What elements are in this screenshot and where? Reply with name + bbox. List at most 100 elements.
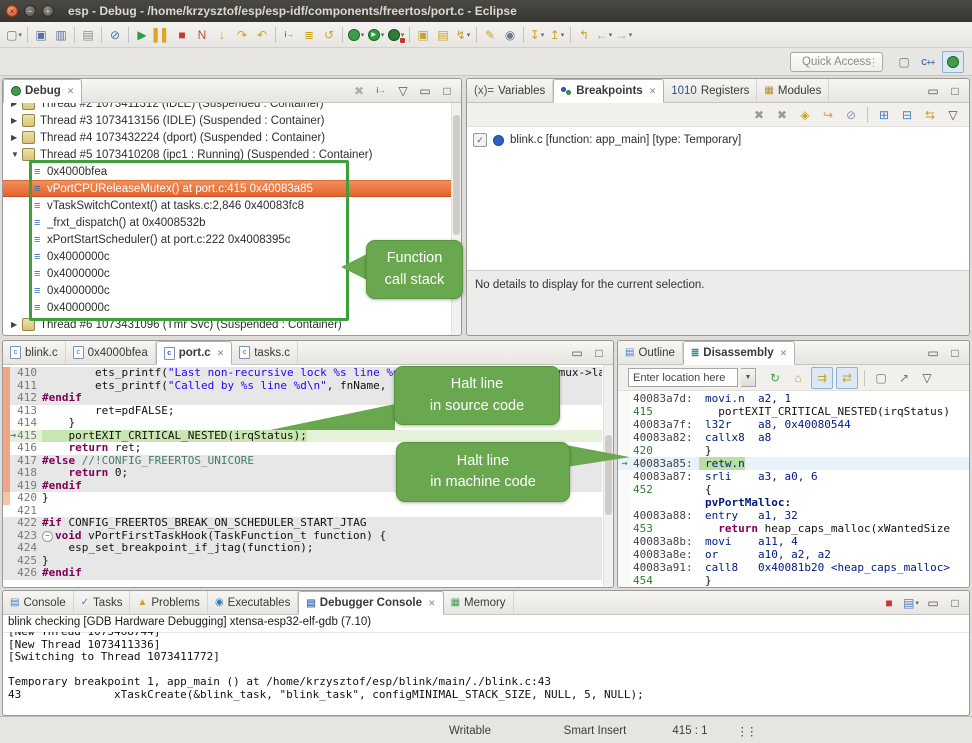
next-annotation-icon[interactable]: ↥▾: [547, 25, 567, 45]
thread-row[interactable]: ▶Thread #3 1073413156 (IDLE) (Suspended …: [3, 112, 461, 129]
maximize-icon[interactable]: □: [945, 81, 965, 101]
thread-row[interactable]: ▼Thread #5 1073410208 (ipc1 : Running) (…: [3, 146, 461, 163]
home-icon[interactable]: ⌂: [788, 368, 808, 388]
tab-executables[interactable]: ◉Executables: [208, 591, 298, 614]
new-source-icon[interactable]: ✎: [480, 25, 500, 45]
maximize-icon[interactable]: □: [589, 343, 609, 363]
search-icon[interactable]: ◉: [500, 25, 520, 45]
save-icon[interactable]: ▣: [31, 25, 51, 45]
minimize-icon[interactable]: ▭: [415, 81, 435, 101]
scrollbar-thumb[interactable]: [453, 115, 460, 235]
debug-icon[interactable]: ▾: [346, 25, 366, 45]
open-project-icon[interactable]: ▣: [413, 25, 433, 45]
tab-port-c[interactable]: cport.c✕: [156, 341, 233, 365]
chevron-right-icon[interactable]: ▶: [11, 320, 22, 329]
go-to-file-for-breakpoint-icon[interactable]: ↪: [818, 105, 838, 125]
fold-minus-icon[interactable]: −: [42, 531, 53, 542]
step-over-icon[interactable]: ↷: [232, 25, 252, 45]
disasm-line[interactable]: or a2, a10, a10: [618, 587, 969, 588]
disasm-line[interactable]: 453 return heap_caps_malloc(xWantedSize: [618, 522, 969, 535]
back-to-last-icon[interactable]: ↰: [574, 25, 594, 45]
sync-with-active-context-icon[interactable]: ⇉: [811, 367, 833, 389]
tab-blink-c[interactable]: cblink.c: [3, 341, 66, 364]
chevron-right-icon[interactable]: ▶: [11, 103, 22, 108]
code-line[interactable]: 426#endif: [3, 567, 602, 580]
remove-all-breakpoints-icon[interactable]: ✖: [772, 105, 792, 125]
link-with-debug-view-icon[interactable]: ⇆: [920, 105, 940, 125]
tab-outline[interactable]: ▤Outline: [618, 341, 683, 364]
disasm-line[interactable]: 40083a87:srli a3, a0, 6: [618, 470, 969, 483]
remove-selected-breakpoint-icon[interactable]: ✖: [749, 105, 769, 125]
disasm-line[interactable]: →40083a85:retw.n: [618, 457, 969, 470]
tab-0x4000bfea[interactable]: c0x4000bfea: [66, 341, 156, 364]
disasm-line[interactable]: 454}: [618, 574, 969, 587]
open-new-view-icon[interactable]: ▢: [871, 368, 891, 388]
thread-row[interactable]: ▶Thread #4 1073432224 (dport) (Suspended…: [3, 129, 461, 146]
code-line[interactable]: 422#if CONFIG_FREERTOS_BREAK_ON_SCHEDULE…: [3, 517, 602, 530]
minimize-icon[interactable]: ▭: [923, 343, 943, 363]
tab-registers[interactable]: 1010Registers: [664, 79, 757, 102]
resume-icon[interactable]: ▶: [132, 25, 152, 45]
back-icon[interactable]: ←▾: [594, 25, 614, 45]
skip-all-breakpoints-icon[interactable]: ⊘: [841, 105, 861, 125]
binary-view-icon[interactable]: ▤: [78, 25, 98, 45]
disasm-line[interactable]: 40083a82:callx8 a8: [618, 431, 969, 444]
code-line[interactable]: 425}: [3, 555, 602, 568]
chevron-right-icon[interactable]: ▶: [11, 116, 22, 125]
pin-view-icon[interactable]: ↗: [894, 368, 914, 388]
track-expression-icon[interactable]: ⇄: [836, 367, 858, 389]
minimize-icon[interactable]: ▭: [923, 81, 943, 101]
minimize-window-icon[interactable]: −: [24, 5, 36, 17]
external-tools-icon[interactable]: ↯▾: [453, 25, 473, 45]
tab-modules[interactable]: ▦Modules: [757, 79, 829, 102]
tab-console[interactable]: ▤Console: [3, 591, 74, 614]
tab-problems[interactable]: ▲Problems: [130, 591, 207, 614]
disasm-line[interactable]: 40083a88:entry a1, 32: [618, 509, 969, 522]
debug-perspective-icon[interactable]: [942, 51, 964, 73]
location-input[interactable]: Enter location here: [628, 368, 738, 387]
disasm-line[interactable]: 452{: [618, 483, 969, 496]
stack-frame-row[interactable]: ≡0x4000bfea: [3, 163, 461, 180]
profile-icon[interactable]: ▾: [386, 25, 406, 45]
view-menu-icon[interactable]: ▽: [917, 368, 937, 388]
stack-frame-row[interactable]: ≡vTaskSwitchContext() at tasks.c:2,846 0…: [3, 197, 461, 214]
disassembly-listing[interactable]: 40083a7d:movi.n a2, 1415 portEXIT_CRITIC…: [618, 391, 969, 588]
maximize-icon[interactable]: □: [945, 343, 965, 363]
suspend-icon[interactable]: ▌▌: [152, 25, 172, 45]
maximize-icon[interactable]: □: [437, 81, 457, 101]
code-line[interactable]: 421: [3, 505, 602, 518]
collapse-all-icon[interactable]: ⊟: [897, 105, 917, 125]
disasm-line[interactable]: pvPortMalloc:: [618, 496, 969, 509]
scrollbar-thumb[interactable]: [605, 435, 612, 515]
remove-all-terminated-icon[interactable]: ✖: [349, 81, 369, 101]
close-icon[interactable]: ✕: [217, 348, 225, 359]
disasm-line[interactable]: 40083a7f:l32r a8, 0x40080544: [618, 418, 969, 431]
restart-icon[interactable]: ↺: [319, 25, 339, 45]
disasm-line[interactable]: 40083a8b:movi a11, 4: [618, 535, 969, 548]
display-selected-console-icon[interactable]: ▤▾: [901, 593, 921, 613]
maximize-icon[interactable]: □: [945, 593, 965, 613]
instruction-stepping-icon[interactable]: i→: [279, 25, 299, 45]
code-line[interactable]: 424 esp_set_breakpoint_if_jtag(function)…: [3, 542, 602, 555]
breakpoint-item[interactable]: ✓ blink.c [function: app_main] [type: Te…: [467, 127, 969, 153]
debug-scrollbar[interactable]: [451, 103, 461, 336]
thread-row[interactable]: ▶Thread #2 1073411312 (IDLE) (Suspended …: [3, 103, 461, 112]
tab-memory[interactable]: ▦Memory: [444, 591, 514, 614]
tab-tasks[interactable]: ✓Tasks: [74, 591, 131, 614]
disasm-line[interactable]: 415 portEXIT_CRITICAL_NESTED(irqStatus): [618, 405, 969, 418]
close-icon[interactable]: ✕: [428, 598, 436, 609]
last-edit-location-icon[interactable]: ↧▾: [527, 25, 547, 45]
disasm-line[interactable]: 40083a91:call8 0x40081b20 <heap_caps_mal…: [618, 561, 969, 574]
tab-tasks-c[interactable]: ctasks.c: [232, 341, 298, 364]
tab-debug[interactable]: Debug✕: [3, 79, 82, 103]
run-icon[interactable]: ▶▾: [366, 25, 386, 45]
show-breakpoints-supported-icon[interactable]: ◈: [795, 105, 815, 125]
chevron-right-icon[interactable]: ▶: [11, 133, 22, 142]
editor-scrollbar[interactable]: [603, 365, 613, 588]
new-wizard-icon[interactable]: ▢▾: [4, 25, 24, 45]
close-window-icon[interactable]: ×: [6, 5, 18, 17]
console-output[interactable]: [New Thread 1073468744][New Thread 10734…: [3, 632, 969, 715]
disasm-line[interactable]: 40083a7d:movi.n a2, 1: [618, 392, 969, 405]
code-line[interactable]: 415 portEXIT_CRITICAL_NESTED(irqStatus);…: [3, 430, 602, 443]
stack-frame-row[interactable]: ≡vPortCPUReleaseMutex() at port.c:415 0x…: [3, 180, 461, 197]
